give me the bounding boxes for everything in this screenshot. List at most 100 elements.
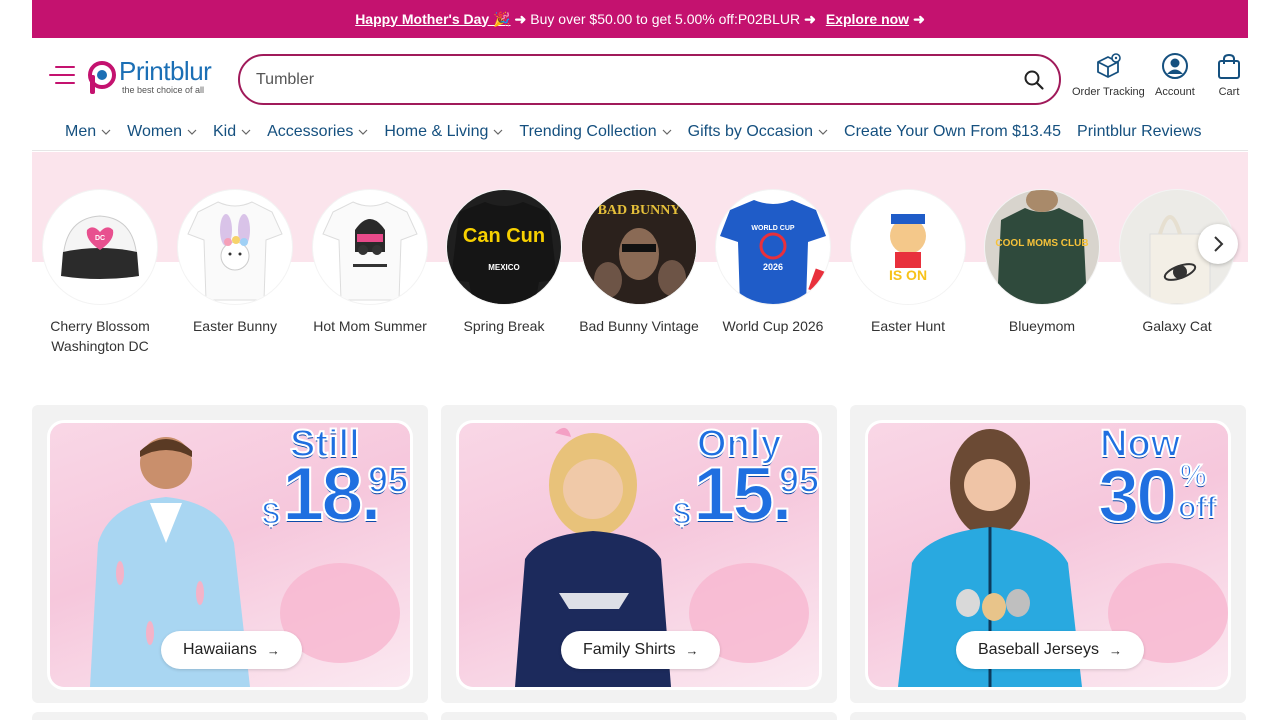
- baseball-jerseys-label: Baseball Jerseys: [978, 641, 1099, 658]
- promo-percent: 30: [1097, 453, 1178, 538]
- user-icon: [1161, 53, 1188, 79]
- chevron-down-icon: [101, 129, 111, 135]
- shopping-bag-icon: [1218, 53, 1240, 79]
- nav-trending-collection[interactable]: Trending Collection: [519, 123, 672, 141]
- category-world-cup-2026[interactable]: WORLD CUP 2026 World Cup 2026: [706, 190, 840, 336]
- promo-cents: 95: [778, 458, 819, 501]
- nav-gifts-by-occasion[interactable]: Gifts by Occasion: [688, 123, 828, 141]
- hamburger-menu-icon[interactable]: [49, 64, 77, 88]
- bad-bunny-text: BAD BUNNY: [598, 203, 681, 218]
- category-label: Easter Hunt: [871, 318, 945, 334]
- category-label: World Cup 2026: [722, 318, 824, 334]
- promo-bar: Happy Mother's Day 🎉 ➜ Buy over $50.00 to…: [32, 0, 1248, 38]
- chevron-down-icon: [662, 129, 672, 135]
- category-hot-mom-summer[interactable]: Hot Mom Summer: [303, 190, 437, 336]
- promo-currency: $: [261, 494, 281, 532]
- category-easter-hunt[interactable]: IS ON Easter Hunt: [841, 190, 975, 336]
- category-image: BAD BUNNY: [582, 190, 696, 304]
- nav-create-your-own[interactable]: Create Your Own From $13.45: [844, 123, 1061, 141]
- logo-mark-icon: [88, 61, 116, 94]
- nav-home-living[interactable]: Home & Living: [384, 123, 503, 141]
- order-tracking-label: Order Tracking: [1072, 86, 1145, 98]
- category-image: IS ON: [851, 190, 965, 304]
- brand-tagline: the best choice of all: [122, 85, 205, 95]
- category-cherry-blossom[interactable]: DC Cherry Blossom Washington DC: [33, 190, 167, 356]
- explore-now-link[interactable]: Explore now: [826, 11, 909, 27]
- header: Printblur the best choice of all Order T…: [32, 38, 1248, 114]
- logo[interactable]: Printblur the best choice of all: [86, 56, 226, 98]
- promo-card-hawaiians[interactable]: Still $ 18. 95 Hawaiians →: [32, 405, 428, 703]
- search-icon[interactable]: [1023, 69, 1045, 91]
- next-row-card-edge: [850, 712, 1246, 720]
- family-shirts-label: Family Shirts: [583, 641, 676, 658]
- search-input[interactable]: [256, 68, 996, 92]
- package-tracking-icon: [1097, 53, 1122, 78]
- brand-name: Printblur: [119, 56, 212, 86]
- category-blueymom[interactable]: COOL MOMS CLUB Blueymom: [975, 190, 1109, 336]
- arrow-right-icon: →: [266, 642, 280, 658]
- nav-label: Gifts by Occasion: [687, 123, 814, 140]
- cancun-text: Can Cun: [463, 225, 545, 247]
- category-label: Galaxy Cat: [1142, 318, 1212, 334]
- nav-printblur-reviews[interactable]: Printblur Reviews: [1077, 123, 1201, 141]
- nav-kid[interactable]: Kid: [213, 123, 251, 141]
- account-button[interactable]: Account: [1155, 52, 1195, 98]
- bunny-shirt-image: [187, 201, 283, 301]
- baseball-jerseys-button[interactable]: Baseball Jerseys →: [956, 631, 1144, 669]
- hawaiians-button[interactable]: Hawaiians →: [161, 631, 302, 669]
- promo-off: off: [1177, 490, 1217, 525]
- world-cup-year-text: 2026: [763, 262, 783, 272]
- hot-mom-shirt-image: [322, 201, 418, 301]
- chevron-down-icon: [818, 129, 828, 135]
- cancun-shirt-image: Can Cun MEXICO: [451, 202, 557, 304]
- carousel-next-button[interactable]: [1198, 224, 1238, 264]
- promo-card-baseball-jerseys[interactable]: Now 30 % off Baseball Jerseys →: [850, 405, 1246, 703]
- nav-women[interactable]: Women: [127, 123, 197, 141]
- category-image: COOL MOMS CLUB: [985, 190, 1099, 304]
- chevron-right-icon: [1214, 236, 1224, 252]
- promo-cents: 95: [367, 458, 409, 501]
- category-label: Spring Break: [463, 318, 545, 334]
- nav-accessories[interactable]: Accessories: [267, 123, 368, 141]
- page: Happy Mother's Day 🎉 ➜ Buy over $50.00 to…: [32, 0, 1248, 720]
- category-easter-bunny[interactable]: Easter Bunny: [168, 190, 302, 336]
- category-label: Blueymom: [1008, 318, 1076, 334]
- nav-label: Printblur Reviews: [1077, 123, 1202, 140]
- svg-text:DC: DC: [95, 235, 105, 242]
- cart-button[interactable]: Cart: [1215, 52, 1243, 98]
- chevron-down-icon: [187, 129, 197, 135]
- category-label: Bad Bunny Vintage: [579, 318, 699, 334]
- main-nav: Men Women Kid Accessories Home & Living …: [32, 114, 1248, 151]
- category-carousel: DC Cherry Blossom Washington DC Easter B…: [32, 152, 1248, 364]
- bad-bunny-shirt-image: BAD BUNNY: [582, 190, 696, 304]
- nav-label: Men: [65, 123, 97, 140]
- nav-label: Women: [127, 123, 182, 140]
- nav-label: Accessories: [267, 123, 354, 140]
- nav-men[interactable]: Men: [65, 123, 111, 141]
- promo-card-family-shirts[interactable]: Only $ 15. 95 Family Shirts →: [441, 405, 837, 703]
- trucker-hat-image: DC: [61, 215, 139, 279]
- promo-price: 15.: [692, 451, 794, 538]
- account-label: Account: [1155, 86, 1195, 98]
- category-spring-break[interactable]: Can Cun MEXICO Spring Break: [437, 190, 571, 336]
- cart-label: Cart: [1218, 86, 1240, 98]
- search-box: [238, 54, 1061, 105]
- easter-is-on-text: IS ON: [889, 267, 927, 283]
- promo-percent-sign: %: [1179, 458, 1208, 493]
- cool-moms-text: COOL MOMS CLUB: [995, 238, 1088, 249]
- category-image: [313, 190, 427, 304]
- easter-hunt-image: IS ON: [851, 190, 965, 304]
- category-image: WORLD CUP 2026: [716, 190, 830, 304]
- hawaiians-label: Hawaiians: [183, 641, 257, 658]
- arrow-icon: ➜: [514, 10, 527, 27]
- next-row-card-edge: [441, 712, 837, 720]
- order-tracking-button[interactable]: Order Tracking: [1072, 52, 1145, 98]
- family-shirts-button[interactable]: Family Shirts →: [561, 631, 721, 669]
- promo-price: 18.: [281, 451, 383, 538]
- category-label: Cherry Blossom Washington DC: [50, 318, 150, 354]
- category-image: [178, 190, 292, 304]
- nav-label: Trending Collection: [519, 123, 657, 140]
- chevron-down-icon: [358, 129, 368, 135]
- promo-highlight[interactable]: Happy Mother's Day 🎉: [355, 11, 510, 28]
- category-bad-bunny-vintage[interactable]: BAD BUNNY Bad Bunny Vintage: [572, 190, 706, 336]
